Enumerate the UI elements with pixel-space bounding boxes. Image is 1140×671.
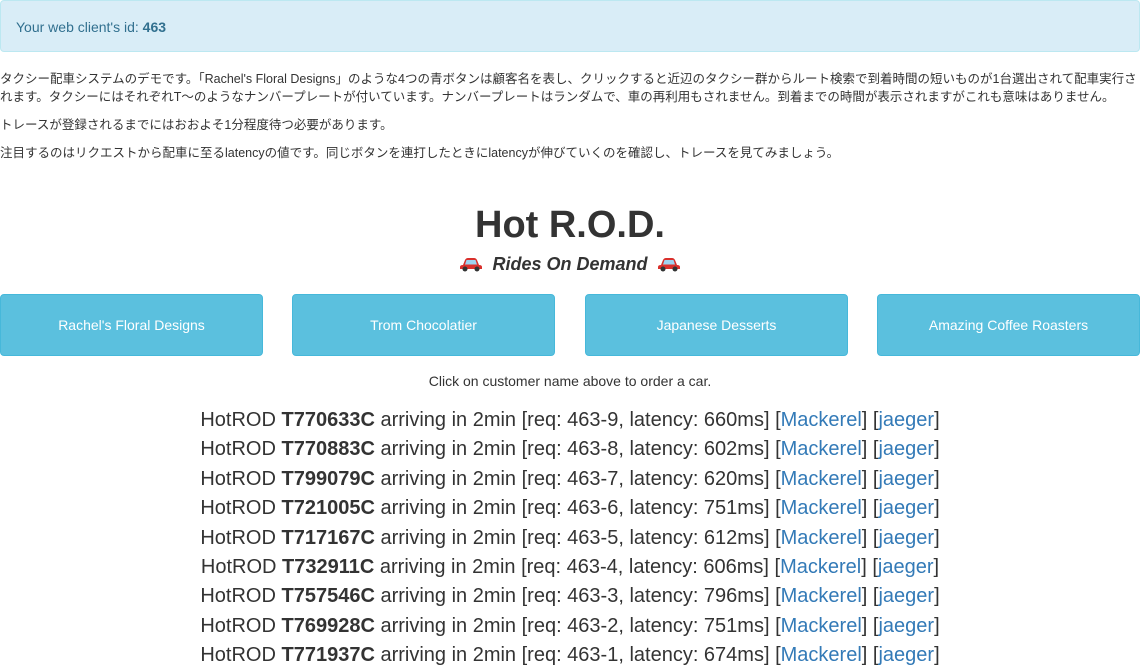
ride-plate: T717167C xyxy=(281,526,375,549)
ride-plate: T770633C xyxy=(281,409,375,431)
ride-details: arriving in 2min [req: 463-4, latency: 6… xyxy=(374,555,781,578)
ride-separator: ] [ xyxy=(861,614,879,637)
ride-plate: T771937C xyxy=(281,644,375,667)
ride-plate: T721005C xyxy=(281,497,375,520)
mackerel-link[interactable]: Mackerel xyxy=(781,527,862,549)
intro-text: タクシー配車システムのデモです。「Rachel's Floral Designs… xyxy=(0,70,1140,172)
intro-paragraph-2: トレースが登録されるまでにはおおよそ1分程度待つ必要があります。 xyxy=(0,118,393,132)
jaeger-link[interactable]: jaeger xyxy=(878,556,934,578)
ride-row: HotROD T799079C arriving in 2min [req: 4… xyxy=(0,465,1140,494)
ride-close-bracket: ] xyxy=(934,438,940,461)
ride-row: HotROD T732911C arriving in 2min [req: 4… xyxy=(0,553,1140,582)
ride-close-bracket: ] xyxy=(933,555,940,578)
ride-details: arriving in 2min [req: 463-2, latency: 7… xyxy=(374,614,781,637)
mackerel-link[interactable]: Mackerel xyxy=(781,409,862,431)
ride-list: HotROD T770633C arriving in 2min [req: 4… xyxy=(0,406,1140,671)
jaeger-link[interactable]: jaeger xyxy=(878,438,934,460)
ride-details: arriving in 2min [req: 463-5, latency: 6… xyxy=(374,526,781,549)
jaeger-link[interactable]: jaeger xyxy=(878,585,934,607)
ride-plate: T799079C xyxy=(281,467,375,490)
ride-brand: HotROD xyxy=(200,614,282,637)
ride-row: HotROD T769928C arriving in 2min [req: 4… xyxy=(0,612,1140,641)
ride-details: arriving in 2min [req: 463-8, latency: 6… xyxy=(374,438,781,461)
ride-close-bracket: ] xyxy=(934,497,940,520)
ride-row: HotROD T721005C arriving in 2min [req: 4… xyxy=(0,494,1140,523)
client-id-value: 463 xyxy=(142,19,167,35)
customer-button-japanese-desserts[interactable]: Japanese Desserts xyxy=(585,294,848,356)
ride-details: arriving in 2min [req: 463-6, latency: 7… xyxy=(374,497,781,520)
ride-details: arriving in 2min [req: 463-9, latency: 6… xyxy=(374,409,781,431)
customer-button-rachels-floral-designs[interactable]: Rachel's Floral Designs xyxy=(0,294,263,356)
ride-brand: HotROD xyxy=(200,409,282,431)
ride-brand: HotROD xyxy=(200,555,283,578)
ride-brand: HotROD xyxy=(200,497,282,520)
mackerel-link[interactable]: Mackerel xyxy=(781,585,862,607)
ride-row: HotROD T771937C arriving in 2min [req: 4… xyxy=(0,641,1140,670)
ride-separator: ] [ xyxy=(861,526,879,549)
ride-row: HotROD T757546C arriving in 2min [req: 4… xyxy=(0,582,1140,611)
ride-close-bracket: ] xyxy=(934,467,940,490)
car-icon xyxy=(460,258,483,272)
ride-brand: HotROD xyxy=(200,526,282,549)
ride-plate: T770883C xyxy=(281,438,375,461)
ride-brand: HotROD xyxy=(200,438,282,461)
ride-separator: ] [ xyxy=(861,409,879,431)
ride-row: HotROD T717167C arriving in 2min [req: 4… xyxy=(0,524,1140,553)
ride-separator: ] [ xyxy=(861,555,878,578)
mackerel-link[interactable]: Mackerel xyxy=(781,438,862,460)
ride-plate: T732911C xyxy=(282,555,375,578)
ride-close-bracket: ] xyxy=(934,526,940,549)
ride-separator: ] [ xyxy=(861,585,879,608)
order-hint: Click on customer name above to order a … xyxy=(428,373,712,389)
mackerel-link[interactable]: Mackerel xyxy=(781,497,862,519)
jaeger-link[interactable]: jaeger xyxy=(878,468,934,490)
ride-separator: ] [ xyxy=(861,497,879,520)
ride-details: arriving in 2min [req: 463-7, latency: 6… xyxy=(374,467,781,490)
ride-plate: T769928C xyxy=(281,614,375,637)
page-subtitle: Rides On Demand xyxy=(0,252,1140,276)
mackerel-link[interactable]: Mackerel xyxy=(780,556,861,578)
ride-row: HotROD T770633C arriving in 2min [req: 4… xyxy=(0,406,1140,435)
intro-paragraph-3: 注目するのはリクエストから配車に至るlatencyの値です。同じボタンを連打した… xyxy=(0,146,840,160)
ride-row: HotROD T770883C arriving in 2min [req: 4… xyxy=(0,435,1140,464)
mackerel-link[interactable]: Mackerel xyxy=(781,615,862,637)
ride-separator: ] [ xyxy=(861,438,879,461)
jaeger-link[interactable]: jaeger xyxy=(878,409,934,431)
jaeger-link[interactable]: jaeger xyxy=(878,615,934,637)
ride-brand: HotROD xyxy=(200,644,282,667)
ride-close-bracket: ] xyxy=(934,409,940,431)
client-id-label: Your web client's id: xyxy=(16,19,139,35)
jaeger-link[interactable]: jaeger xyxy=(878,644,934,666)
ride-brand: HotROD xyxy=(200,467,282,490)
jaeger-link[interactable]: jaeger xyxy=(878,497,934,519)
ride-details: arriving in 2min [req: 463-1, latency: 6… xyxy=(374,644,781,667)
ride-close-bracket: ] xyxy=(934,614,940,637)
client-id-alert: Your web client's id: 463 xyxy=(0,0,1140,52)
page-title: Hot R.O.D. xyxy=(475,204,665,246)
ride-details: arriving in 2min [req: 463-3, latency: 7… xyxy=(374,585,781,608)
ride-brand: HotROD xyxy=(200,585,282,608)
mackerel-link[interactable]: Mackerel xyxy=(781,644,862,666)
subtitle-text: Rides On Demand xyxy=(492,254,648,274)
ride-separator: ] [ xyxy=(861,644,879,667)
customer-button-amazing-coffee-roasters[interactable]: Amazing Coffee Roasters xyxy=(877,294,1140,356)
mackerel-link[interactable]: Mackerel xyxy=(781,468,862,490)
car-icon xyxy=(657,258,680,272)
customer-button-trom-chocolatier[interactable]: Trom Chocolatier xyxy=(292,294,555,356)
intro-paragraph-1: タクシー配車システムのデモです。「Rachel's Floral Designs… xyxy=(0,72,1137,104)
ride-separator: ] [ xyxy=(861,467,879,490)
ride-plate: T757546C xyxy=(281,585,375,608)
ride-close-bracket: ] xyxy=(934,644,940,667)
ride-close-bracket: ] xyxy=(934,585,940,608)
jaeger-link[interactable]: jaeger xyxy=(878,527,934,549)
